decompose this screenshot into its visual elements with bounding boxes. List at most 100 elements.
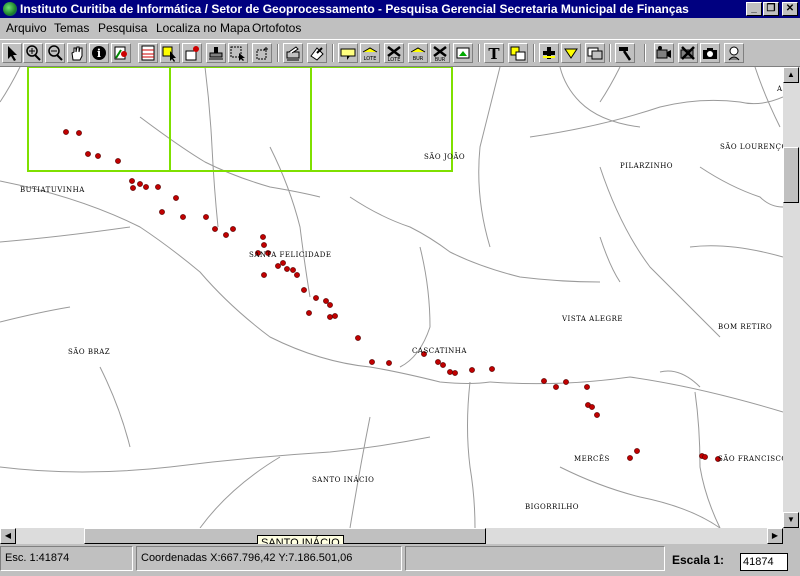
property-point[interactable] (115, 158, 121, 164)
property-point[interactable] (275, 263, 281, 269)
pointer-icon[interactable] (2, 43, 22, 63)
property-point[interactable] (143, 184, 149, 190)
property-point[interactable] (223, 232, 229, 238)
property-point[interactable] (541, 378, 547, 384)
camera-off-icon[interactable] (678, 43, 698, 63)
identify-icon[interactable] (111, 43, 131, 63)
property-point[interactable] (129, 178, 135, 184)
hammer-icon[interactable] (615, 43, 635, 63)
property-point[interactable] (137, 181, 143, 187)
property-point[interactable] (589, 404, 595, 410)
select-area-icon[interactable] (252, 43, 272, 63)
property-point[interactable] (563, 379, 569, 385)
property-point[interactable] (230, 226, 236, 232)
menu-arquivo[interactable]: Arquivo (6, 21, 47, 35)
property-point[interactable] (130, 185, 136, 191)
vertical-scrollbar[interactable]: ▲ ▼ (783, 67, 800, 528)
minimize-button[interactable]: _ (746, 2, 762, 16)
menu-temas[interactable]: Temas (54, 21, 89, 35)
property-point[interactable] (702, 454, 708, 460)
property-point[interactable] (634, 448, 640, 454)
add-icon[interactable] (539, 43, 559, 63)
select-box-icon[interactable] (228, 43, 248, 63)
property-point[interactable] (173, 195, 179, 201)
toolbar-separator (609, 44, 611, 62)
scale-input[interactable]: 41874 (740, 553, 788, 571)
property-point[interactable] (327, 314, 333, 320)
photo-icon[interactable] (700, 43, 720, 63)
print-icon[interactable] (283, 43, 303, 63)
property-point[interactable] (301, 287, 307, 293)
layers-icon[interactable] (585, 43, 605, 63)
vertical-scroll-thumb[interactable] (783, 147, 799, 203)
property-point[interactable] (469, 367, 475, 373)
property-point[interactable] (323, 298, 329, 304)
map-label-santa-felicidade: SANTA FELICIDADE (249, 251, 332, 259)
locate-icon[interactable] (182, 43, 202, 63)
property-point[interactable] (369, 359, 375, 365)
export-icon[interactable] (307, 43, 327, 63)
property-point[interactable] (440, 362, 446, 368)
label-icon[interactable] (338, 43, 358, 63)
property-point[interactable] (294, 272, 300, 278)
lote-icon[interactable]: LOTE (360, 43, 380, 63)
property-point[interactable] (85, 151, 91, 157)
property-point[interactable] (489, 366, 495, 372)
property-point[interactable] (284, 266, 290, 272)
info-icon[interactable]: i (89, 43, 109, 63)
property-point[interactable] (355, 335, 361, 341)
close-button[interactable]: ✕ (782, 2, 798, 16)
lote-clear-icon[interactable]: LOTE (384, 43, 404, 63)
property-point[interactable] (261, 272, 267, 278)
pan-hand-icon[interactable] (67, 43, 87, 63)
info-glyph: i (97, 47, 101, 60)
property-point[interactable] (584, 384, 590, 390)
property-point[interactable] (332, 313, 338, 319)
property-point[interactable] (159, 209, 165, 215)
property-point[interactable] (280, 260, 286, 266)
property-point[interactable] (447, 369, 453, 375)
table-icon[interactable] (138, 43, 158, 63)
scroll-down-button[interactable]: ▼ (783, 512, 799, 528)
text-icon[interactable]: T (484, 43, 504, 63)
horizontal-scrollbar[interactable]: ◀ ▶ (0, 528, 783, 544)
scroll-left-button[interactable]: ◀ (0, 528, 16, 544)
property-point[interactable] (212, 226, 218, 232)
property-point[interactable] (180, 214, 186, 220)
property-point[interactable] (435, 359, 441, 365)
legend-icon[interactable] (453, 43, 473, 63)
camera-video-icon[interactable] (654, 43, 674, 63)
property-point[interactable] (95, 153, 101, 159)
property-point[interactable] (386, 360, 392, 366)
property-point[interactable] (76, 130, 82, 136)
property-point[interactable] (313, 295, 319, 301)
property-point[interactable] (627, 455, 633, 461)
property-point[interactable] (155, 184, 161, 190)
menu-pesquisa[interactable]: Pesquisa (98, 21, 147, 35)
property-point[interactable] (452, 370, 458, 376)
menu-ortofotos[interactable]: Ortofotos (252, 21, 301, 35)
property-point[interactable] (594, 412, 600, 418)
property-point[interactable] (306, 310, 312, 316)
property-point[interactable] (327, 302, 333, 308)
bur-icon[interactable]: BUR (408, 43, 428, 63)
select-icon[interactable] (160, 43, 180, 63)
map-canvas[interactable]: SÃO JOÃO SÃO LOURENÇO PILARZINHO BUTIATU… (0, 67, 783, 528)
property-point[interactable] (260, 234, 266, 240)
property-point[interactable] (261, 242, 267, 248)
scroll-up-button[interactable]: ▲ (783, 67, 799, 83)
property-point[interactable] (203, 214, 209, 220)
property-point[interactable] (290, 267, 296, 273)
bur-clear-icon[interactable]: BUR (430, 43, 450, 63)
fill-icon[interactable] (561, 43, 581, 63)
property-point[interactable] (63, 129, 69, 135)
zoom-in-icon[interactable] (23, 43, 43, 63)
property-point[interactable] (553, 384, 559, 390)
scroll-right-button[interactable]: ▶ (767, 528, 783, 544)
stamp-icon[interactable] (206, 43, 226, 63)
menu-localiza-no-mapa[interactable]: Localiza no Mapa (156, 21, 250, 35)
help-icon[interactable] (724, 43, 744, 63)
restore-button[interactable]: ❐ (763, 2, 779, 16)
text-style-icon[interactable] (508, 43, 528, 63)
zoom-out-icon[interactable] (45, 43, 65, 63)
